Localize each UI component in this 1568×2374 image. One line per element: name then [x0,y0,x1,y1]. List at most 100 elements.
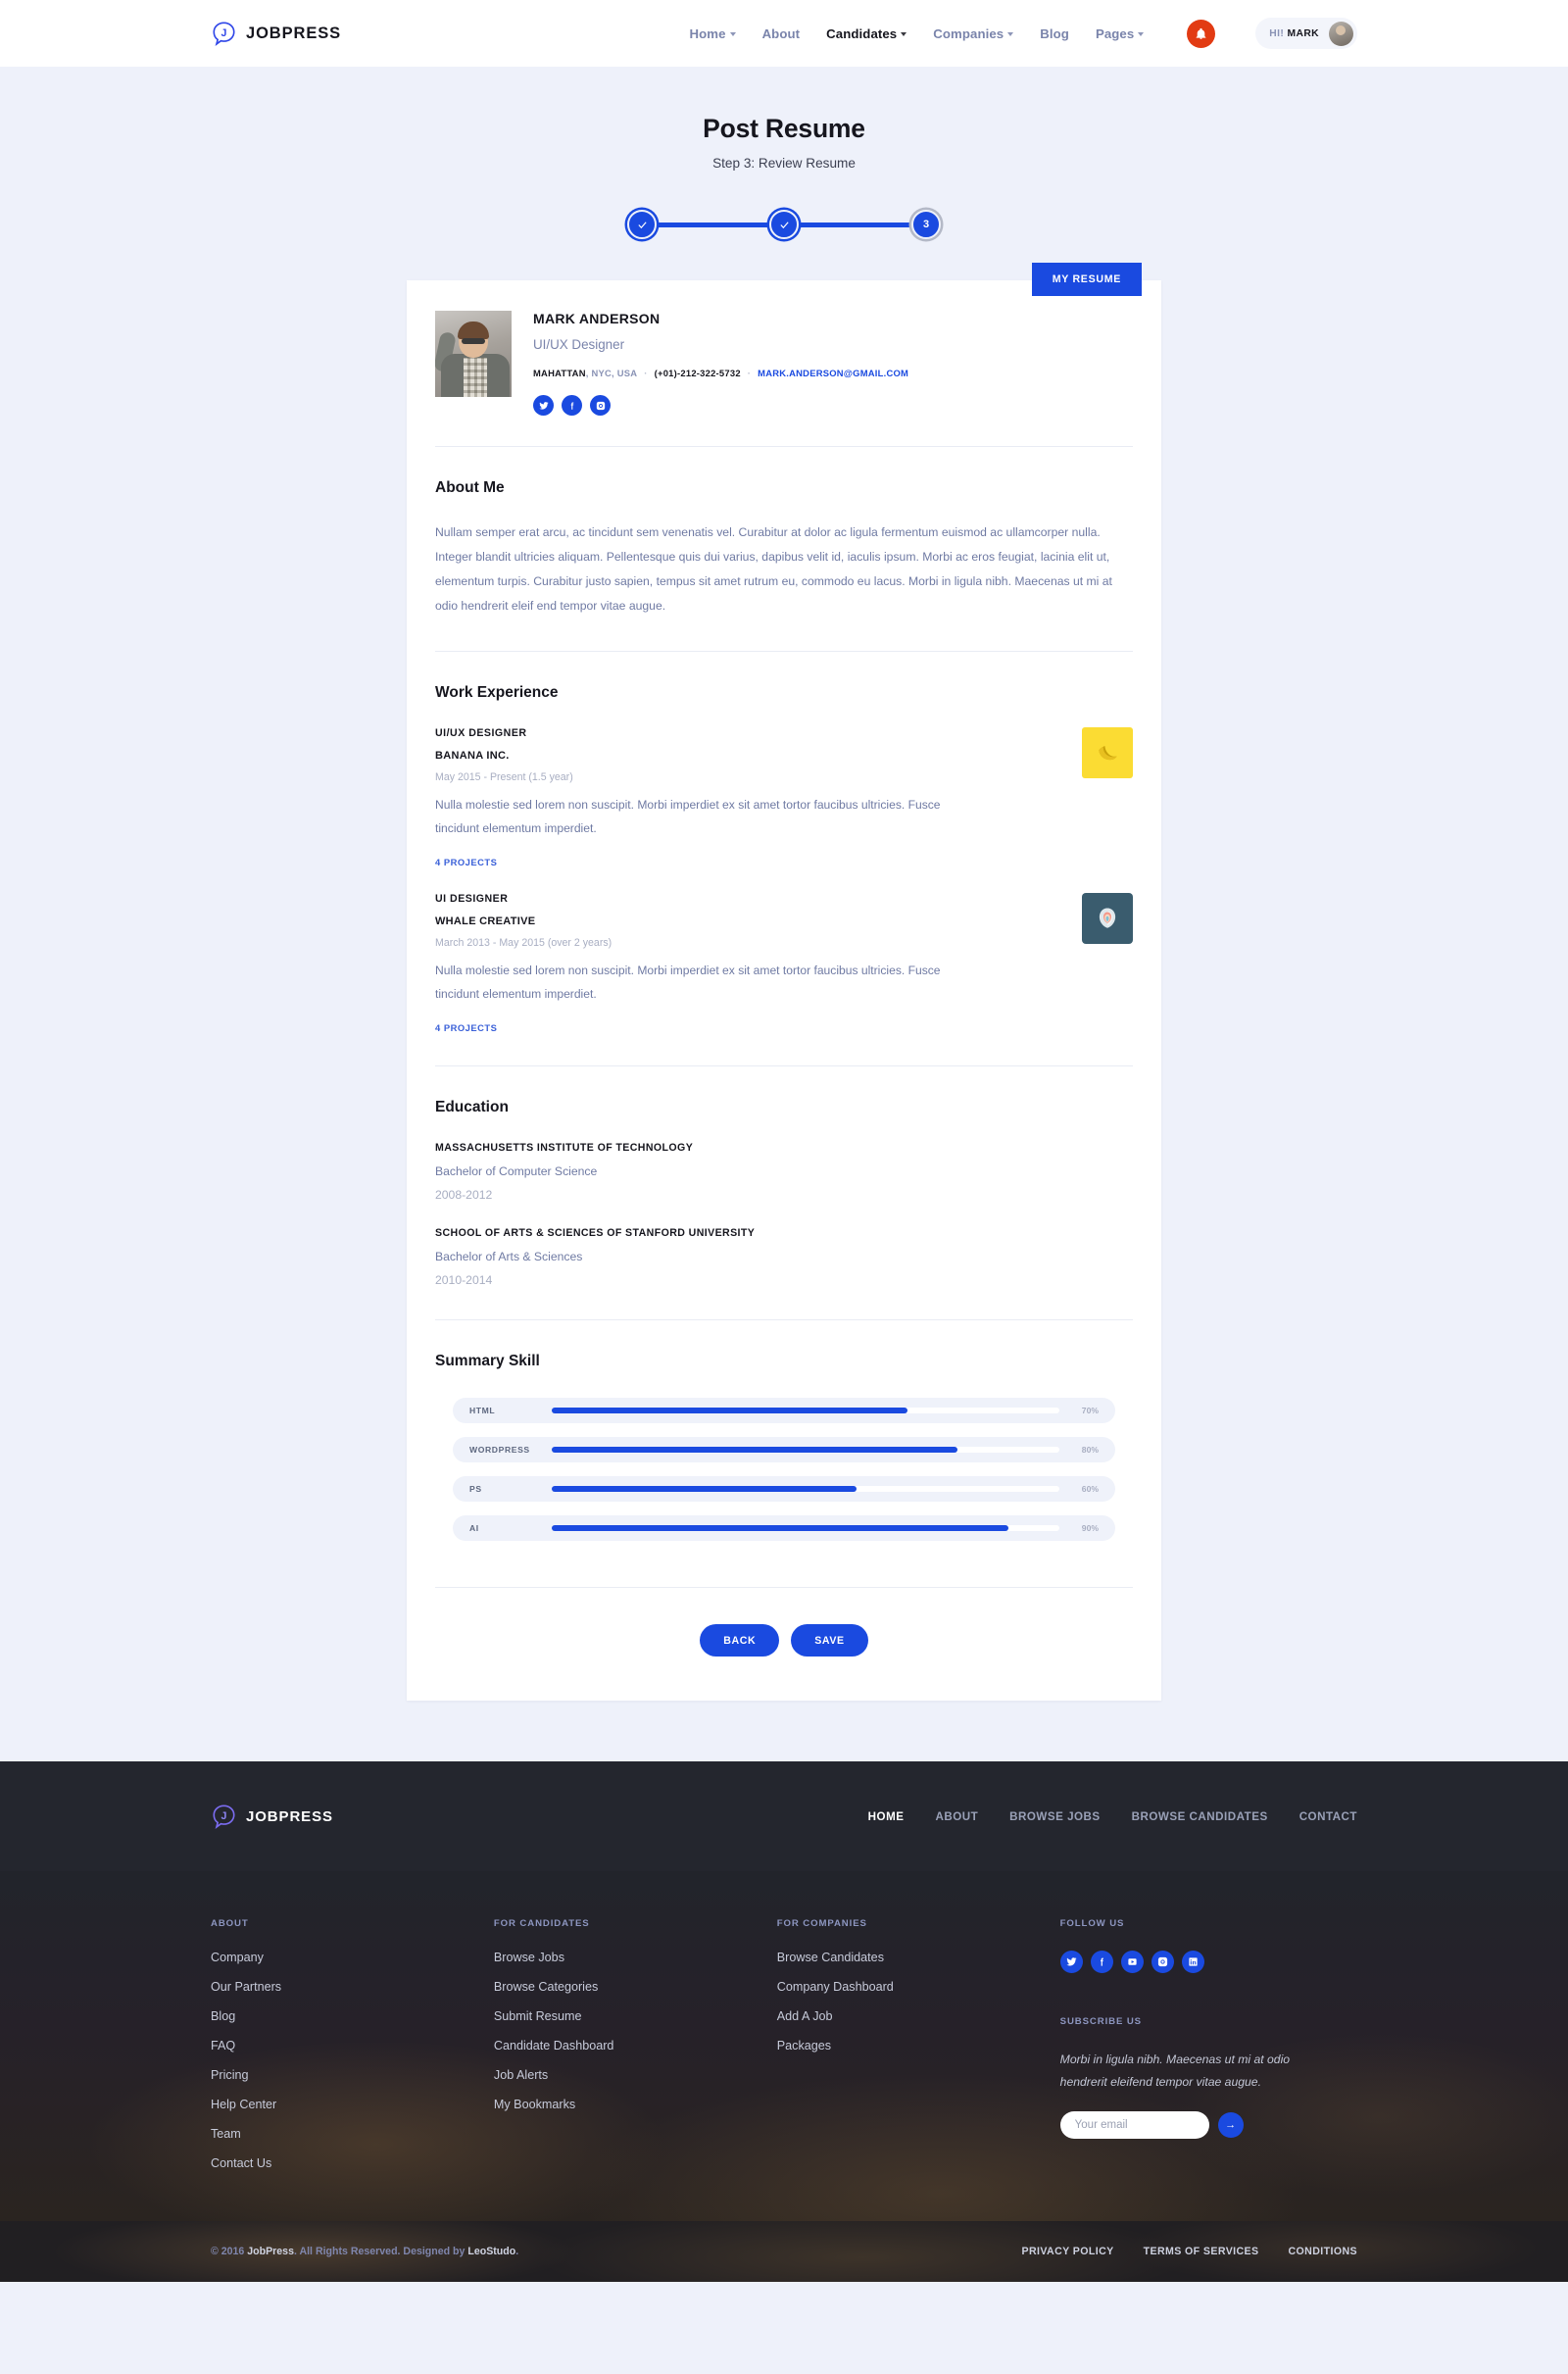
footer-nav-about[interactable]: ABOUT [935,1810,978,1823]
footer-nav-browse-candidates[interactable]: BROWSE CANDIDATES [1132,1810,1268,1823]
brand-name: JOBPRESS [246,24,342,42]
instagram-button[interactable] [590,395,611,416]
footer-column-about: ABOUT Company Our Partners Blog FAQ Pric… [211,1918,494,2186]
step-connector [799,222,911,227]
subscribe-text: Morbi in ligula nibh. Maecenas ut mi at … [1059,2053,1291,2089]
footer-link-job-alerts[interactable]: Job Alerts [494,2068,777,2082]
education-heading: Education [435,1099,509,1116]
notifications-button[interactable] [1187,19,1216,48]
chevron-down-icon [901,31,907,36]
page-header: Post Resume Step 3: Review Resume [0,67,1568,171]
footer-top-bar: J JOBPRESS HOME ABOUT BROWSE JOBS BROWSE… [0,1761,1568,1872]
linkedin-icon [1189,1957,1198,1966]
legal-link-conditions[interactable]: CONDITIONS [1288,2246,1357,2257]
footer-link-company-dashboard[interactable]: Company Dashboard [777,1980,1060,1994]
footer-brand-name: JOBPRESS [246,1807,333,1825]
skill-fill [552,1525,1009,1532]
footer-column-for-candidates: FOR CANDIDATES Browse Jobs Browse Catego… [494,1918,777,2186]
nav-item-companies[interactable]: Companies [933,26,1014,41]
footer-socials [1059,1951,1357,1974]
youtube-button[interactable] [1120,1951,1144,1974]
skill-percent: 80% [1081,1445,1099,1456]
user-menu[interactable]: HI! MARK [1255,18,1357,49]
nav-item-pages[interactable]: Pages [1095,25,1145,41]
footer-link-browse-jobs[interactable]: Browse Jobs [494,1951,777,1964]
instagram-button[interactable] [1151,1951,1174,1974]
save-button[interactable]: SAVE [791,1624,868,1657]
skill-row: AI 90% [453,1515,1115,1542]
nav-item-blog[interactable]: Blog [1040,26,1069,41]
legal-link-privacy-policy[interactable]: PRIVACY POLICY [1022,2246,1114,2257]
footer-link-team[interactable]: Team [211,2127,494,2141]
footer-nav-contact[interactable]: CONTACT [1299,1810,1357,1823]
footer-link-candidate-dashboard[interactable]: Candidate Dashboard [494,2039,777,2053]
greeting-name: MARK [1287,27,1319,39]
profile-city: MAHATTAN [533,368,586,378]
facebook-button[interactable] [562,395,582,416]
company-logo [1082,893,1133,945]
footer-link-browse-categories[interactable]: Browse Categories [494,1980,777,1994]
brand-logo[interactable]: J JOBPRESS [211,21,341,47]
step-2-complete[interactable] [769,210,799,239]
nav-label: Blog [1040,25,1069,41]
my-resume-button[interactable]: MY RESUME [1031,263,1142,296]
back-button[interactable]: BACK [700,1624,780,1657]
page-subtitle: Step 3: Review Resume [712,156,856,171]
page-spacer [0,1701,1568,1761]
job-description: Nulla molestie sed lorem non suscipit. M… [435,798,941,835]
step-1-complete[interactable] [627,210,657,239]
work-item: UI/UX DESIGNER BANANA INC. May 2015 - Pr… [435,727,1133,867]
footer-link-faq[interactable]: FAQ [211,2039,494,2053]
skill-row: WORDPRESS 80% [453,1437,1115,1463]
footer-link-blog[interactable]: Blog [211,2009,494,2023]
jobpress-speech-bubble-icon: J [211,1804,237,1830]
nav-item-about[interactable]: About [762,26,801,41]
footer-link-help-center[interactable]: Help Center [211,2098,494,2111]
footer-column-heading: FOR COMPANIES [776,1918,867,1930]
facebook-button[interactable] [1090,1951,1113,1974]
summary-skill-section: Summary Skill HTML 70% WORDPRESS 80% PS [407,1320,1161,1587]
job-title: UI/UX DESIGNER [435,727,527,740]
twitter-button[interactable] [1059,1951,1083,1974]
nav-item-candidates[interactable]: Candidates [826,26,907,41]
profile-region: , NYC, USA [585,368,638,378]
job-projects-link[interactable]: 4 PROJECTS [435,857,1053,867]
footer-link-pricing[interactable]: Pricing [211,2068,494,2082]
footer-link-my-bookmarks[interactable]: My Bookmarks [494,2098,777,2111]
nav-item-home[interactable]: Home [690,26,736,41]
education-section: Education MASSACHUSETTS INSTITUTE OF TEC… [407,1066,1161,1319]
linkedin-button[interactable] [1181,1951,1204,1974]
twitter-button[interactable] [533,395,554,416]
footer-link-our-partners[interactable]: Our Partners [211,1980,494,1994]
footer-link-submit-resume[interactable]: Submit Resume [494,2009,777,2023]
footer-link-add-a-job[interactable]: Add A Job [777,2009,1060,2023]
youtube-icon [1128,1958,1137,1966]
footer-brand-logo[interactable]: J JOBPRESS [211,1804,333,1830]
job-title: UI DESIGNER [435,893,509,906]
subscribe-submit-button[interactable]: → [1217,2111,1244,2138]
skill-fill [552,1447,958,1454]
instagram-icon [1157,1957,1167,1967]
footer-link-company[interactable]: Company [211,1951,494,1964]
nav-label: Pages [1095,25,1135,41]
legal-link-terms-of-services[interactable]: TERMS OF SERVICES [1144,2246,1259,2257]
step-3-current[interactable]: 3 [911,210,941,239]
email-field[interactable] [1059,2110,1209,2139]
profile-email[interactable]: MARK.ANDERSON@GMAIL.COM [758,368,908,378]
footer-link-packages[interactable]: Packages [777,2039,1060,2053]
footer-nav-home[interactable]: HOME [868,1810,905,1823]
job-projects-link[interactable]: 4 PROJECTS [435,1022,1053,1033]
work-item: UI DESIGNER WHALE CREATIVE March 2013 - … [435,893,1133,1033]
work-experience-section: Work Experience UI/UX DESIGNER BANANA IN… [407,652,1161,1065]
twitter-icon [1066,1957,1077,1966]
footer-nav-browse-jobs[interactable]: BROWSE JOBS [1009,1810,1100,1823]
skill-name: WORDPRESS [469,1445,530,1456]
skill-name: HTML [469,1406,496,1416]
nav-label: Home [689,25,726,41]
skills-heading: Summary Skill [435,1353,540,1370]
nav-label: About [761,25,801,41]
footer-link-browse-candidates[interactable]: Browse Candidates [777,1951,1060,1964]
footer-link-contact-us[interactable]: Contact Us [211,2156,494,2170]
avatar [1329,21,1353,46]
education-item: SCHOOL OF ARTS & SCIENCES OF STANFORD UN… [435,1227,1133,1287]
